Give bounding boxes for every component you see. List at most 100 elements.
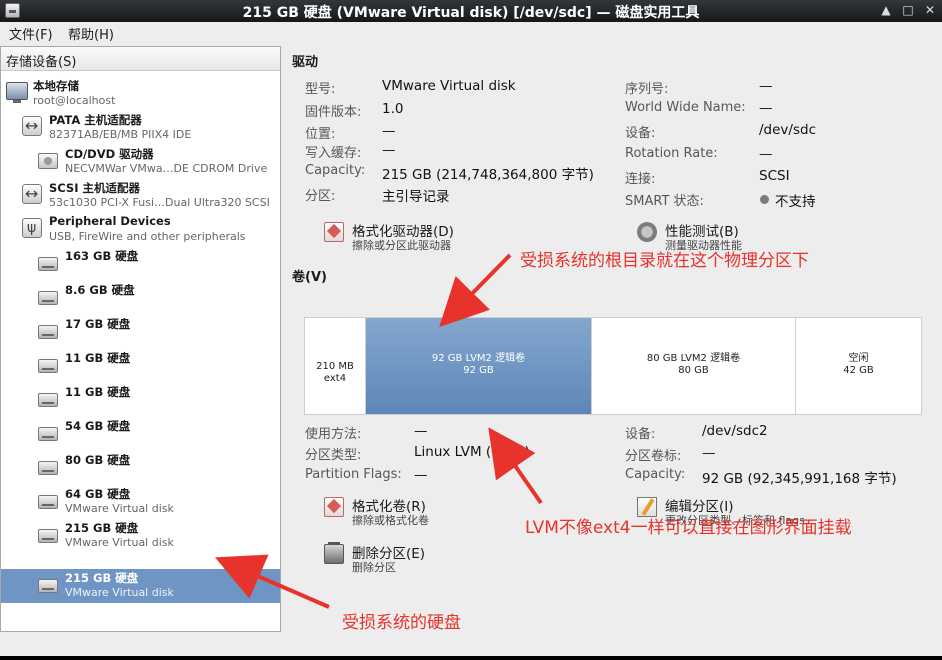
device-disk-8gb[interactable]: 8.6 GB 硬盘 bbox=[1, 281, 280, 315]
device-title: 215 GB 硬盘 bbox=[65, 521, 139, 535]
device-disk-11gb-a[interactable]: 11 GB 硬盘 bbox=[1, 349, 280, 383]
format-icon bbox=[324, 222, 344, 242]
device-value: /dev/sdc bbox=[759, 122, 816, 138]
menu-file[interactable]: 文件(F) bbox=[9, 24, 53, 43]
device-title: 11 GB 硬盘 bbox=[65, 351, 131, 365]
hard-disk-icon bbox=[38, 325, 58, 339]
serial-value: — bbox=[759, 78, 773, 94]
hard-disk-icon bbox=[38, 257, 58, 271]
device-disk-54gb[interactable]: 54 GB 硬盘 bbox=[1, 417, 280, 451]
serial-label: 序列号: bbox=[625, 82, 669, 97]
rotation-rate-label: Rotation Rate: bbox=[625, 146, 718, 161]
hard-disk-icon bbox=[38, 461, 58, 475]
device-title: PATA 主机适配器 bbox=[49, 113, 142, 127]
host-adapter-icon bbox=[22, 184, 42, 204]
location-value: — bbox=[382, 123, 396, 139]
capacity-value: 215 GB (214,748,364,800 字节) bbox=[382, 167, 594, 183]
device-title: 本地存储 bbox=[33, 79, 79, 93]
hard-disk-icon bbox=[38, 529, 58, 543]
segment-size: 92 GB bbox=[463, 365, 494, 376]
device-disk-11gb-b[interactable]: 11 GB 硬盘 bbox=[1, 383, 280, 417]
volume-capacity-label: Capacity: bbox=[625, 467, 686, 482]
wwn-label: World Wide Name: bbox=[625, 100, 746, 115]
device-disk-215gb-selected[interactable]: 215 GB 硬盘 VMware Virtual disk bbox=[1, 569, 280, 603]
device-title: 80 GB 硬盘 bbox=[65, 453, 131, 467]
device-disk-215gb-a[interactable]: 215 GB 硬盘 VMware Virtual disk bbox=[1, 519, 280, 553]
segment-size: 42 GB bbox=[843, 365, 874, 376]
storage-device-list[interactable]: 存储设备(S) 本地存储 root@localhost PATA 主机适配器 8… bbox=[0, 46, 281, 632]
format-drive-button[interactable]: 格式化驱动器(D) 擦除或分区此驱动器 bbox=[324, 220, 504, 254]
format-volume-button[interactable]: 格式化卷(R) 擦除或格式化卷 bbox=[324, 495, 504, 529]
firmware-label: 固件版本: bbox=[305, 105, 362, 120]
volume-capacity-value: 92 GB (92,345,991,168 字节) bbox=[702, 471, 897, 487]
device-local-storage[interactable]: 本地存储 root@localhost bbox=[1, 77, 280, 111]
annotation-lvm-note: LVM不像ext4一样可以直接在图形界面挂载 bbox=[525, 518, 852, 538]
device-disk-64gb[interactable]: 64 GB 硬盘 VMware Virtual disk bbox=[1, 485, 280, 519]
device-cdrom[interactable]: CD/DVD 驱动器 NECVMWar VMwa…DE CDROM Drive bbox=[1, 145, 280, 179]
window-title: 215 GB 硬盘 (VMware Virtual disk) [/dev/sd… bbox=[242, 5, 700, 21]
device-subtitle: VMware Virtual disk bbox=[65, 536, 174, 549]
volume-ext4-segment[interactable]: 210 MB ext4 bbox=[305, 318, 366, 414]
annotation-damaged-disk: 受损系统的硬盘 bbox=[342, 613, 461, 633]
minimize-button[interactable]: ▲ bbox=[878, 3, 894, 19]
usage-value: — bbox=[414, 423, 428, 439]
hard-disk-icon bbox=[38, 359, 58, 373]
usage-label: 使用方法: bbox=[305, 427, 362, 442]
device-title: 8.6 GB 硬盘 bbox=[65, 283, 135, 297]
device-subtitle: VMware Virtual disk bbox=[65, 502, 174, 515]
drive-section-title: 驱动 bbox=[292, 55, 319, 70]
device-peripherals[interactable]: Peripheral Devices USB, FireWire and oth… bbox=[1, 213, 280, 247]
partition-label-value: — bbox=[702, 445, 716, 461]
action-description: 擦除或格式化卷 bbox=[352, 514, 429, 527]
partition-flags-value: — bbox=[414, 467, 428, 483]
menu-help[interactable]: 帮助(H) bbox=[68, 24, 114, 43]
action-description: 删除分区 bbox=[352, 561, 396, 574]
hard-disk-icon bbox=[38, 291, 58, 305]
smart-status-label: SMART 状态: bbox=[625, 194, 704, 209]
maximize-button[interactable]: □ bbox=[900, 3, 916, 19]
device-subtitle: VMware Virtual disk bbox=[65, 586, 174, 599]
device-subtitle: 82371AB/EB/MB PIIX4 IDE bbox=[49, 128, 192, 141]
volume-lvm-80gb-segment[interactable]: 80 GB LVM2 逻辑卷 80 GB bbox=[592, 318, 796, 414]
menu-bar: 文件(F) 帮助(H) bbox=[0, 22, 942, 44]
device-title: 17 GB 硬盘 bbox=[65, 317, 131, 331]
computer-icon bbox=[6, 82, 28, 103]
device-subtitle: NECVMWar VMwa…DE CDROM Drive bbox=[65, 162, 268, 175]
device-title: CD/DVD 驱动器 bbox=[65, 147, 154, 161]
wwn-value: — bbox=[759, 100, 773, 116]
device-subtitle: root@localhost bbox=[33, 94, 116, 107]
volumes-section-title: 卷(V) bbox=[292, 270, 327, 285]
device-title: 11 GB 硬盘 bbox=[65, 385, 131, 399]
hard-disk-icon bbox=[38, 579, 58, 593]
status-dot-icon bbox=[760, 195, 769, 204]
segment-label: 空闲 bbox=[848, 353, 869, 364]
volume-lvm-92gb-segment[interactable]: 92 GB LVM2 逻辑卷 92 GB bbox=[366, 318, 592, 414]
partition-type-label: 分区类型: bbox=[305, 448, 362, 463]
delete-partition-button[interactable]: 删除分区(E) 删除分区 bbox=[324, 542, 504, 576]
window-titlebar: 215 GB 硬盘 (VMware Virtual disk) [/dev/sd… bbox=[0, 0, 942, 22]
volume-free-segment[interactable]: 空闲 42 GB bbox=[796, 318, 921, 414]
hard-disk-icon bbox=[38, 495, 58, 509]
partition-flags-label: Partition Flags: bbox=[305, 467, 402, 482]
hard-disk-icon bbox=[38, 427, 58, 441]
device-scsi-adapter[interactable]: SCSI 主机适配器 53c1030 PCI-X Fusi…Dual Ultra… bbox=[1, 179, 280, 213]
volume-device-label: 设备: bbox=[625, 427, 656, 442]
device-title: 54 GB 硬盘 bbox=[65, 419, 131, 433]
smart-status-value: 不支持 bbox=[775, 194, 816, 210]
close-button[interactable]: ✕ bbox=[922, 3, 938, 19]
device-disk-17gb[interactable]: 17 GB 硬盘 bbox=[1, 315, 280, 349]
device-title: 163 GB 硬盘 bbox=[65, 249, 139, 263]
device-disk-163gb[interactable]: 163 GB 硬盘 bbox=[1, 247, 280, 281]
action-description: 擦除或分区此驱动器 bbox=[352, 239, 451, 252]
device-title: SCSI 主机适配器 bbox=[49, 181, 140, 195]
partitioning-value: 主引导记录 bbox=[382, 189, 450, 205]
device-disk-80gb[interactable]: 80 GB 硬盘 bbox=[1, 451, 280, 485]
main-window: 文件(F) 帮助(H) 存储设备(S) 本地存储 root@localhost … bbox=[0, 22, 942, 656]
firmware-value: 1.0 bbox=[382, 101, 404, 117]
host-adapter-icon bbox=[22, 116, 42, 136]
partition-label-label: 分区卷标: bbox=[625, 449, 682, 464]
volume-device-value: /dev/sdc2 bbox=[702, 423, 768, 439]
optical-drive-icon bbox=[38, 153, 58, 169]
device-pata-adapter[interactable]: PATA 主机适配器 82371AB/EB/MB PIIX4 IDE bbox=[1, 111, 280, 145]
device-title: 215 GB 硬盘 bbox=[65, 571, 139, 585]
